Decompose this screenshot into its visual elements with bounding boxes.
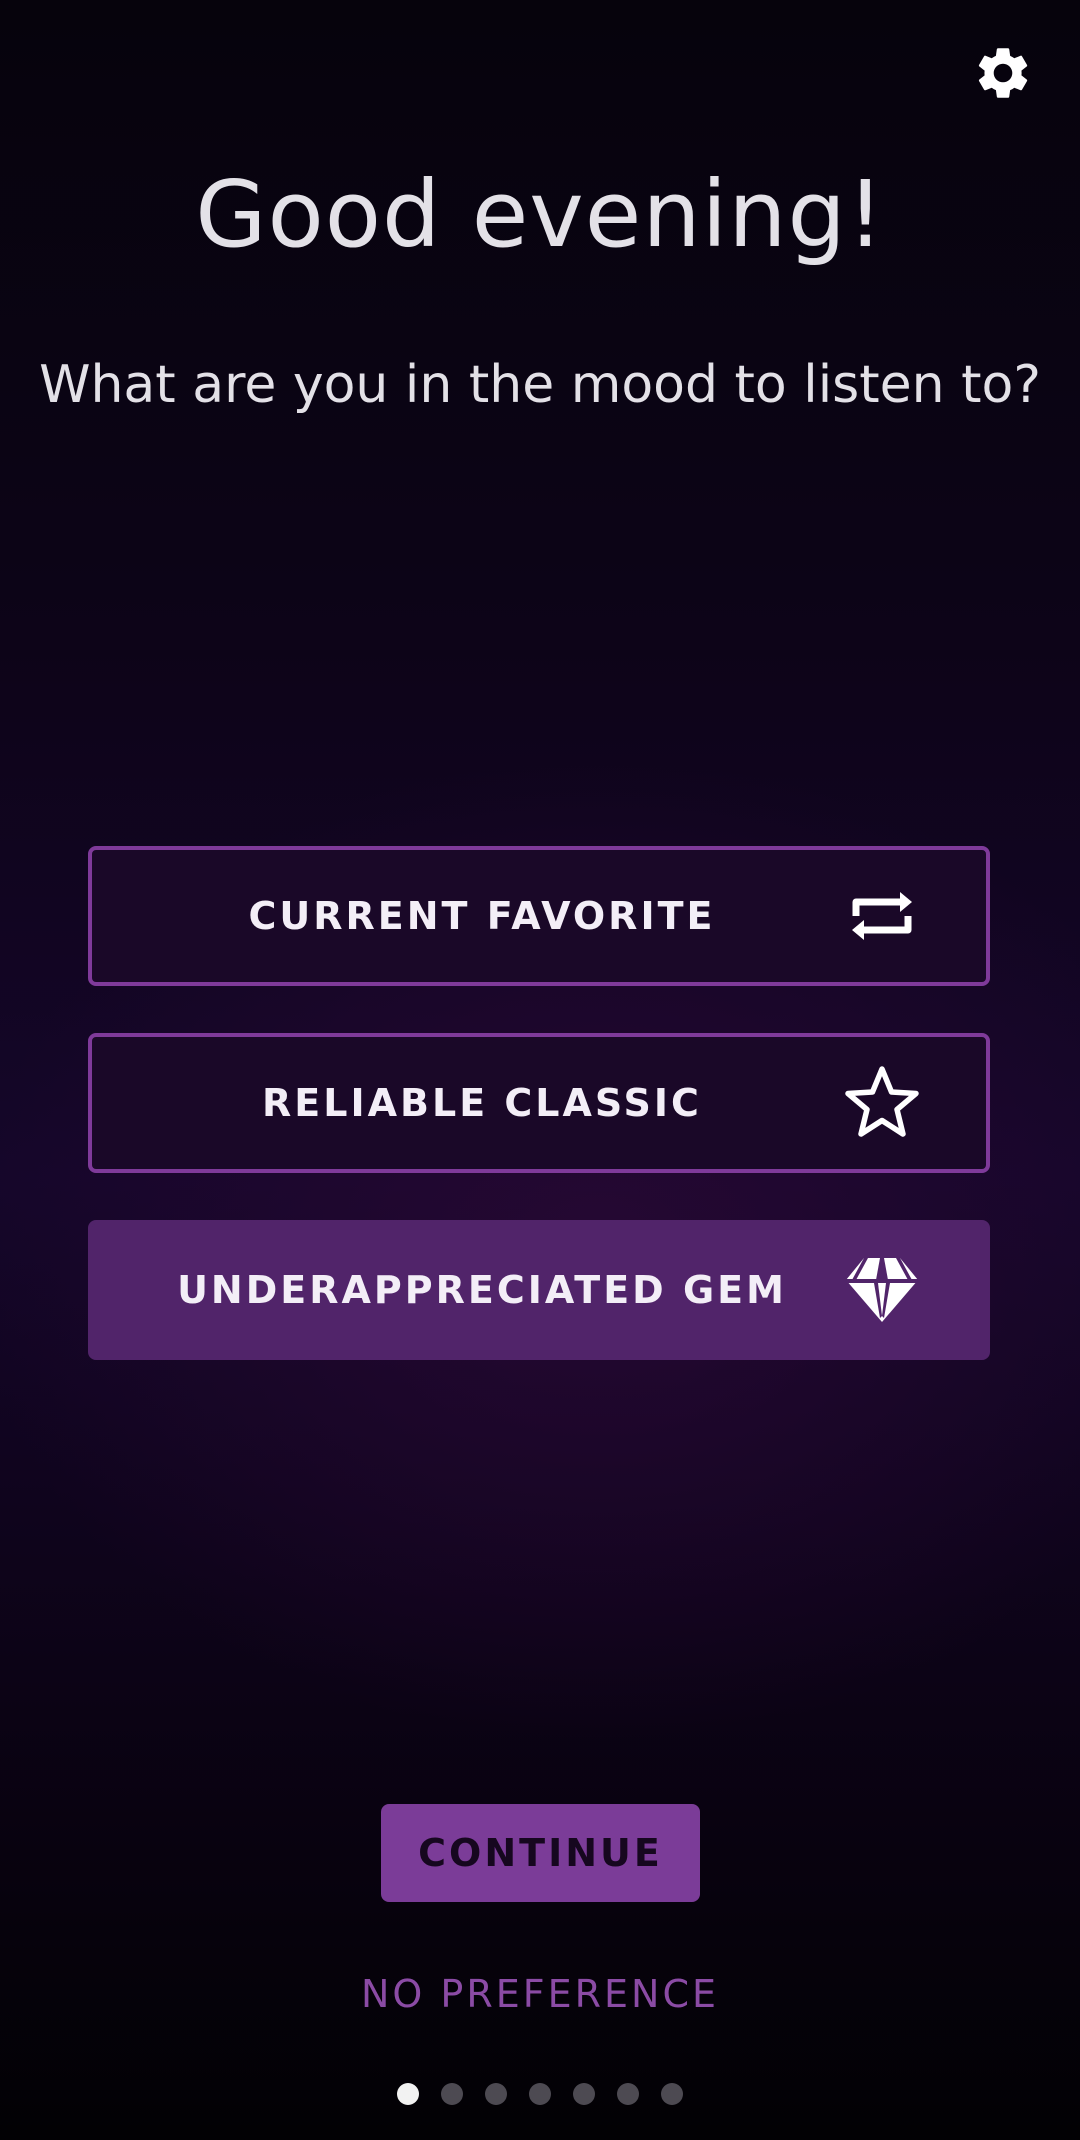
gem-icon — [842, 1250, 922, 1330]
option-reliable-classic[interactable]: RELIABLE CLASSIC — [88, 1033, 990, 1173]
page-dot-5[interactable] — [573, 2083, 595, 2105]
option-current-favorite[interactable]: CURRENT FAVORITE — [88, 846, 990, 986]
page-dot-3[interactable] — [485, 2083, 507, 2105]
option-label: RELIABLE CLASSIC — [262, 1081, 702, 1125]
page-dot-6[interactable] — [617, 2083, 639, 2105]
greeting-title: Good evening! — [195, 161, 885, 268]
option-underappreciated-gem[interactable]: UNDERAPPRECIATED GEM — [88, 1220, 990, 1360]
option-label: UNDERAPPRECIATED GEM — [177, 1268, 787, 1312]
page-indicator — [0, 2083, 1080, 2105]
star-icon — [842, 1063, 922, 1143]
repeat-icon — [842, 876, 922, 956]
gear-icon — [978, 48, 1028, 98]
option-label: CURRENT FAVORITE — [248, 894, 716, 938]
page-dot-2[interactable] — [441, 2083, 463, 2105]
no-preference-link[interactable]: NO PREFERENCE — [0, 1972, 1080, 2016]
continue-button[interactable]: CONTINUE — [381, 1804, 700, 1902]
page-dot-7[interactable] — [661, 2083, 683, 2105]
settings-button[interactable] — [972, 42, 1034, 104]
page-dot-4[interactable] — [529, 2083, 551, 2105]
page-dot-1[interactable] — [397, 2083, 419, 2105]
mood-prompt: What are you in the mood to listen to? — [39, 355, 1041, 415]
